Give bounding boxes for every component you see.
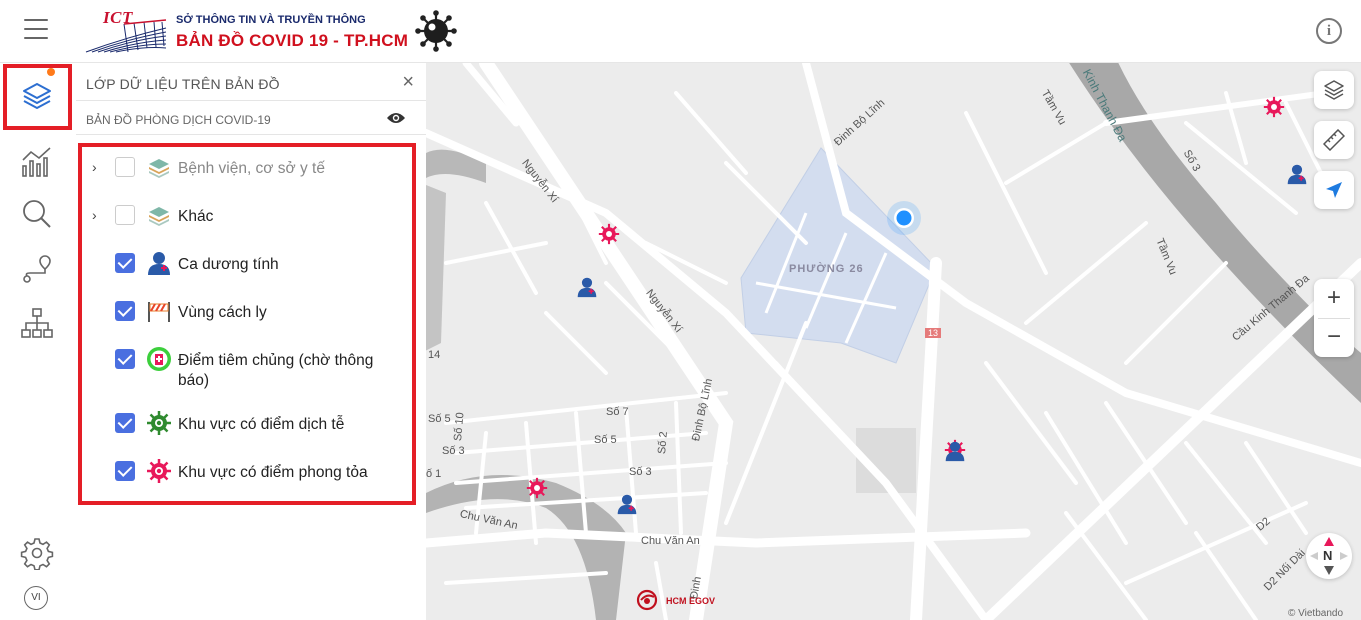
street-label: Số 3 <box>629 466 652 478</box>
zoom-controls: + − <box>1314 279 1354 357</box>
street-label: Số 10 <box>452 411 467 442</box>
locate-button[interactable] <box>1314 171 1354 209</box>
zoom-in-button[interactable]: + <box>1314 279 1354 318</box>
street-label: Số 7 <box>606 406 629 418</box>
search-icon <box>23 200 51 228</box>
layer-list: › Bệnh viện, cơ sở y tế › Khác Ca dương … <box>78 143 416 505</box>
route-icon <box>23 255 51 283</box>
hierarchy-icon <box>21 308 53 338</box>
street-label: Chu Văn An <box>641 535 700 547</box>
layers-icon <box>23 83 51 109</box>
layer-label: Khu vực có điểm phong tỏa <box>178 464 368 481</box>
layer-checkbox[interactable] <box>115 157 135 177</box>
patient-marker[interactable] <box>944 440 966 462</box>
eye-icon[interactable] <box>386 111 406 125</box>
street-label: Số 5 <box>594 434 617 446</box>
current-location-marker[interactable] <box>886 200 922 236</box>
chart-icon <box>22 147 51 177</box>
nav-hierarchy[interactable] <box>0 295 76 349</box>
virus-red-icon <box>147 459 171 483</box>
language-switch[interactable]: VI <box>24 586 48 610</box>
street-label: 14 <box>428 349 441 361</box>
layer-label: Bệnh viện, cơ sở y tế <box>178 160 325 177</box>
barrier-icon <box>148 302 170 322</box>
layer-checkbox[interactable] <box>115 349 135 369</box>
panel-subheader: BẢN ĐỒ PHÒNG DỊCH COVID-19 <box>76 101 426 135</box>
egov-logo: HCM EGOV <box>636 589 715 611</box>
measure-button[interactable] <box>1314 121 1354 159</box>
notification-dot <box>47 68 55 76</box>
ward-label: PHƯỜNG 26 <box>789 263 864 275</box>
location-arrow-icon <box>1326 182 1342 198</box>
map-canvas[interactable]: Nguyễn Xí Nguyễn Xí Đinh Bộ Lĩnh Đinh Bộ… <box>426 63 1361 620</box>
nav-statistics[interactable] <box>0 133 76 187</box>
ruler-icon <box>1323 129 1345 151</box>
egov-logo-icon <box>636 589 658 611</box>
app-header: ICT SỞ THÔNG TIN VÀ TRUYỀN THÔNG BẢN ĐỒ … <box>0 0 1361 63</box>
header-subtitle: SỞ THÔNG TIN VÀ TRUYỀN THÔNG <box>176 14 366 26</box>
blockade-marker[interactable] <box>1263 96 1285 118</box>
layer-row-other[interactable]: › Khác <box>82 197 416 237</box>
close-icon[interactable]: × <box>402 71 414 94</box>
compass-button[interactable]: N <box>1306 533 1352 579</box>
chevron-right-icon[interactable]: › <box>92 207 97 223</box>
compass-label: N <box>1323 548 1333 563</box>
nav-route[interactable] <box>0 241 76 295</box>
virus-green-icon <box>147 411 171 435</box>
street-label: Số 3 <box>442 445 465 457</box>
egov-label: HCM EGOV <box>666 596 716 606</box>
blockade-marker[interactable] <box>598 223 620 245</box>
layer-row-epidemic[interactable]: Khu vực có điểm dịch tễ <box>82 405 416 445</box>
chevron-right-icon[interactable]: › <box>92 159 97 175</box>
layer-label: Khu vực có điểm dịch tễ <box>178 416 345 433</box>
nav-search[interactable] <box>0 187 76 241</box>
layer-label: Ca dương tính <box>178 256 279 273</box>
page-title: BẢN ĐỒ COVID 19 - TP.HCM <box>176 31 409 50</box>
layers-icon <box>1324 80 1344 100</box>
panel-header: LỚP DỮ LIỆU TRÊN BẢN ĐỒ × <box>76 63 426 101</box>
layer-row-blockade[interactable]: Khu vực có điểm phong tỏa <box>82 453 416 493</box>
virus-logo-icon <box>415 10 457 52</box>
basemap-button[interactable] <box>1314 71 1354 109</box>
info-icon[interactable]: i <box>1316 18 1342 44</box>
nav-layers[interactable] <box>0 63 76 130</box>
layer-checkbox[interactable] <box>115 301 135 321</box>
stack-icon <box>149 207 169 226</box>
zoom-out-button[interactable]: − <box>1314 318 1354 357</box>
ict-logo: ICT <box>84 8 168 54</box>
street-label: Số 5 <box>428 413 451 425</box>
nav-settings[interactable] <box>0 525 76 579</box>
panel-subtitle: BẢN ĐỒ PHÒNG DỊCH COVID-19 <box>86 113 271 127</box>
layer-row-hospital[interactable]: › Bệnh viện, cơ sở y tế <box>82 149 416 189</box>
menu-icon[interactable] <box>24 19 48 39</box>
layer-checkbox[interactable] <box>115 461 135 481</box>
layer-checkbox[interactable] <box>115 413 135 433</box>
layer-checkbox[interactable] <box>115 205 135 225</box>
layer-checkbox[interactable] <box>115 253 135 273</box>
layer-row-quarantine[interactable]: Vùng cách ly <box>82 293 416 333</box>
layer-label: Khác <box>178 208 214 225</box>
map-attribution: © Vietbando <box>1288 608 1344 619</box>
patient-marker[interactable] <box>1286 163 1308 185</box>
gear-icon <box>20 538 54 570</box>
side-nav: VI <box>0 63 76 620</box>
patient-icon <box>148 252 170 275</box>
patient-marker[interactable] <box>616 493 638 515</box>
patient-marker[interactable] <box>576 276 598 298</box>
stack-icon <box>149 159 169 178</box>
street-label: ố 1 <box>426 468 442 480</box>
vaccine-icon <box>147 347 171 371</box>
map-base <box>426 63 1361 620</box>
panel-title: LỚP DỮ LIỆU TRÊN BẢN ĐỒ <box>86 76 280 92</box>
blockade-marker[interactable] <box>526 477 548 499</box>
layer-label: Điểm tiêm chủng (chờ thông báo) <box>178 352 374 389</box>
street-label: Số 2 <box>656 430 670 455</box>
layer-row-vaccination[interactable]: Điểm tiêm chủng (chờ thông báo) <box>82 341 416 393</box>
route-badge: 13 <box>925 328 942 338</box>
layer-row-positive[interactable]: Ca dương tính <box>82 245 416 285</box>
layer-panel: LỚP DỮ LIỆU TRÊN BẢN ĐỒ × BẢN ĐỒ PHÒNG D… <box>76 63 426 620</box>
layer-label: Vùng cách ly <box>178 304 267 321</box>
